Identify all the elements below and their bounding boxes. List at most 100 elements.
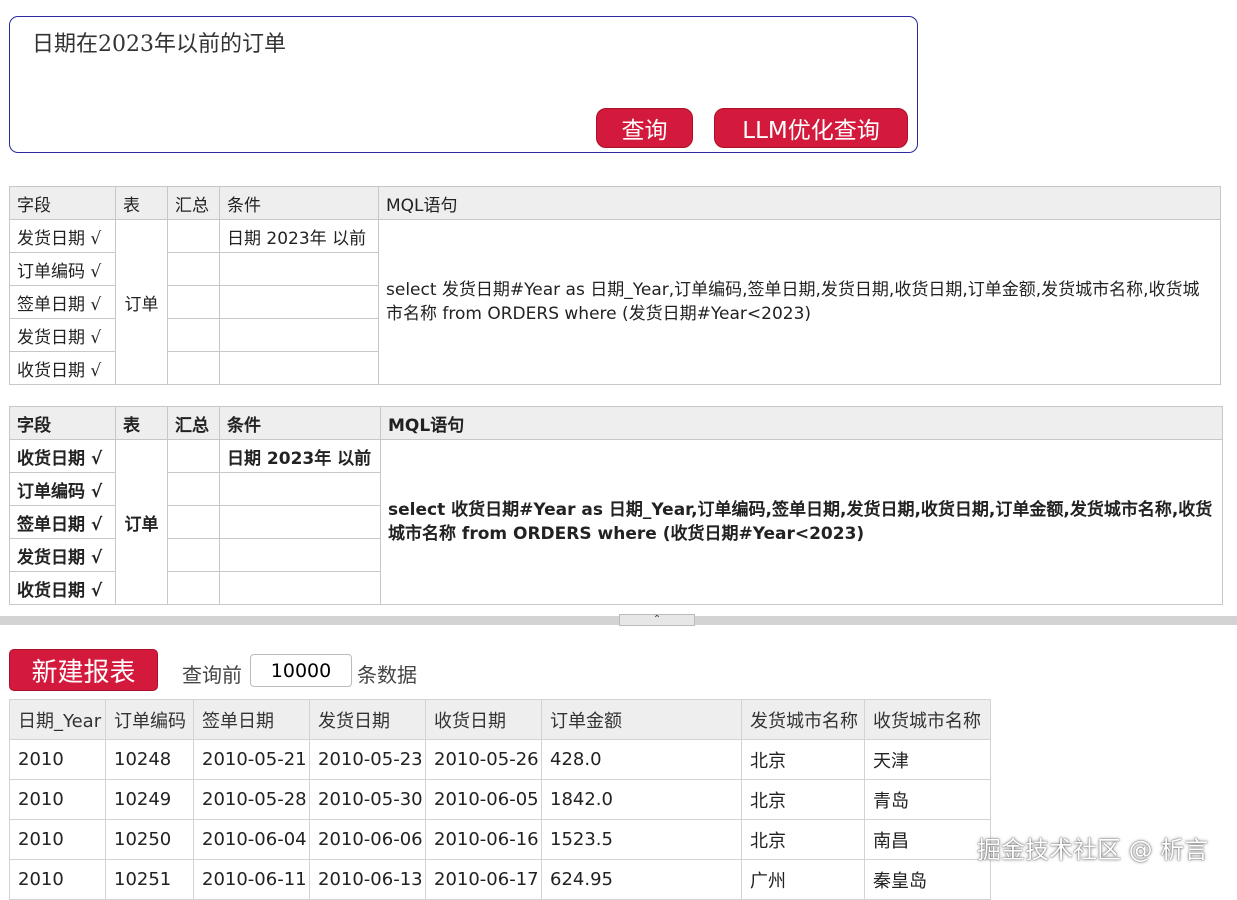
summary-cell[interactable] (167, 472, 220, 506)
cell: 2010-06-04 (193, 819, 310, 860)
limit-prefix-label: 查询前 (182, 663, 242, 687)
column-header[interactable]: 订单编码 (105, 699, 194, 740)
cell: 10250 (105, 819, 194, 860)
header-summary: 汇总 (167, 406, 220, 440)
limit-suffix-label: 条数据 (357, 663, 417, 687)
field-cell[interactable]: 收货日期 √ (9, 571, 116, 605)
header-summary: 汇总 (167, 186, 220, 220)
table-row[interactable]: 2010 10249 2010-05-28 2010-05-30 2010-06… (9, 779, 991, 820)
cell: 广州 (741, 859, 865, 900)
cell: 2010-05-30 (309, 779, 426, 820)
field-cell[interactable]: 发货日期 √ (9, 318, 116, 352)
field-cell[interactable]: 发货日期 √ (9, 219, 116, 253)
table-name-cell: 订单 (115, 439, 168, 605)
query-text[interactable]: 日期在2023年以前的订单 (32, 26, 286, 58)
summary-cell[interactable] (167, 571, 220, 605)
query-textarea[interactable]: 日期在2023年以前的订单 查询 LLM优化查询 (9, 16, 918, 153)
table-name-cell: 订单 (115, 219, 168, 385)
column-header[interactable]: 签单日期 (193, 699, 310, 740)
mql-statement: select 收货日期#Year as 日期_Year,订单编码,签单日期,发货… (380, 439, 1223, 605)
table-row[interactable]: 2010 10250 2010-06-04 2010-06-06 2010-06… (9, 819, 991, 860)
cell: 2010-06-17 (425, 859, 542, 900)
condition-cell[interactable] (219, 505, 381, 539)
result-table: 日期_Year 订单编码 签单日期 发货日期 收货日期 订单金额 发货城市名称 … (9, 699, 991, 900)
summary-cell[interactable] (167, 252, 220, 286)
condition-cell[interactable]: 日期 2023年 以前 (219, 219, 379, 253)
llm-optimize-button[interactable]: LLM优化查询 (714, 108, 908, 148)
cell: 10249 (105, 779, 194, 820)
header-field: 字段 (9, 406, 116, 440)
table-row[interactable]: 2010 10248 2010-05-21 2010-05-23 2010-05… (9, 739, 991, 780)
column-header[interactable]: 收货日期 (425, 699, 542, 740)
cell: 10251 (105, 859, 194, 900)
summary-cell[interactable] (167, 285, 220, 319)
field-cell[interactable]: 订单编码 √ (9, 252, 116, 286)
field-cell[interactable]: 签单日期 √ (9, 505, 116, 539)
column-header[interactable]: 发货日期 (309, 699, 426, 740)
cell: 10248 (105, 739, 194, 780)
mql-statement: select 发货日期#Year as 日期_Year,订单编码,签单日期,发货… (378, 219, 1221, 385)
header-table: 表 (115, 406, 168, 440)
cell: 428.0 (541, 739, 742, 780)
condition-cell[interactable] (219, 571, 381, 605)
column-header[interactable]: 发货城市名称 (741, 699, 865, 740)
summary-cell[interactable] (167, 538, 220, 572)
new-report-button[interactable]: 新建报表 (9, 649, 158, 691)
header-field: 字段 (9, 186, 116, 220)
summary-cell[interactable] (167, 351, 220, 385)
condition-cell[interactable] (219, 318, 379, 352)
cell: 北京 (741, 819, 865, 860)
field-cell[interactable]: 签单日期 √ (9, 285, 116, 319)
header-table: 表 (115, 186, 168, 220)
cell: 2010 (9, 779, 106, 820)
cell: 1523.5 (541, 819, 742, 860)
summary-cell[interactable] (167, 318, 220, 352)
header-mql: MQL语句 (378, 186, 1221, 220)
cell: 2010-06-16 (425, 819, 542, 860)
field-cell[interactable]: 订单编码 √ (9, 472, 116, 506)
condition-cell[interactable] (219, 538, 381, 572)
cell: 2010-05-21 (193, 739, 310, 780)
cell: 南昌 (864, 819, 991, 860)
header-condition: 条件 (219, 406, 381, 440)
condition-cell[interactable] (219, 285, 379, 319)
cell: 2010-06-05 (425, 779, 542, 820)
condition-cell[interactable] (219, 472, 381, 506)
column-header[interactable]: 收货城市名称 (864, 699, 991, 740)
field-cell[interactable]: 收货日期 √ (9, 439, 116, 473)
cell: 青岛 (864, 779, 991, 820)
cell: 2010-05-28 (193, 779, 310, 820)
cell: 624.95 (541, 859, 742, 900)
cell: 天津 (864, 739, 991, 780)
cell: 北京 (741, 779, 865, 820)
column-header[interactable]: 订单金额 (541, 699, 742, 740)
condition-cell[interactable] (219, 252, 379, 286)
cell: 秦皇岛 (864, 859, 991, 900)
summary-cell[interactable] (167, 219, 220, 253)
watermark: 掘金技术社区 @ 析言 (977, 836, 1209, 864)
cell: 2010-06-11 (193, 859, 310, 900)
condition-cell[interactable]: 日期 2023年 以前 (219, 439, 381, 473)
cell: 2010-05-26 (425, 739, 542, 780)
table-row[interactable]: 2010 10251 2010-06-11 2010-06-13 2010-06… (9, 859, 991, 900)
summary-cell[interactable] (167, 439, 220, 473)
field-cell[interactable]: 收货日期 √ (9, 351, 116, 385)
summary-cell[interactable] (167, 505, 220, 539)
condition-cell[interactable] (219, 351, 379, 385)
chevron-up-icon[interactable]: ⌃ (619, 614, 695, 626)
cell: 2010-05-23 (309, 739, 426, 780)
row-limit-input[interactable] (250, 654, 352, 687)
mql-table-2: 字段 表 汇总 条件 MQL语句 收货日期 √ 订单 日期 2023年 以前 s… (9, 406, 1223, 605)
cell: 2010 (9, 819, 106, 860)
cell: 2010-06-06 (309, 819, 426, 860)
search-button[interactable]: 查询 (596, 108, 693, 148)
header-mql: MQL语句 (380, 406, 1223, 440)
header-condition: 条件 (219, 186, 379, 220)
column-header[interactable]: 日期_Year (9, 699, 106, 740)
mql-table-1: 字段 表 汇总 条件 MQL语句 发货日期 √ 订单 日期 2023年 以前 s… (9, 186, 1221, 385)
field-cell[interactable]: 发货日期 √ (9, 538, 116, 572)
cell: 北京 (741, 739, 865, 780)
cell: 2010 (9, 739, 106, 780)
cell: 1842.0 (541, 779, 742, 820)
cell: 2010 (9, 859, 106, 900)
